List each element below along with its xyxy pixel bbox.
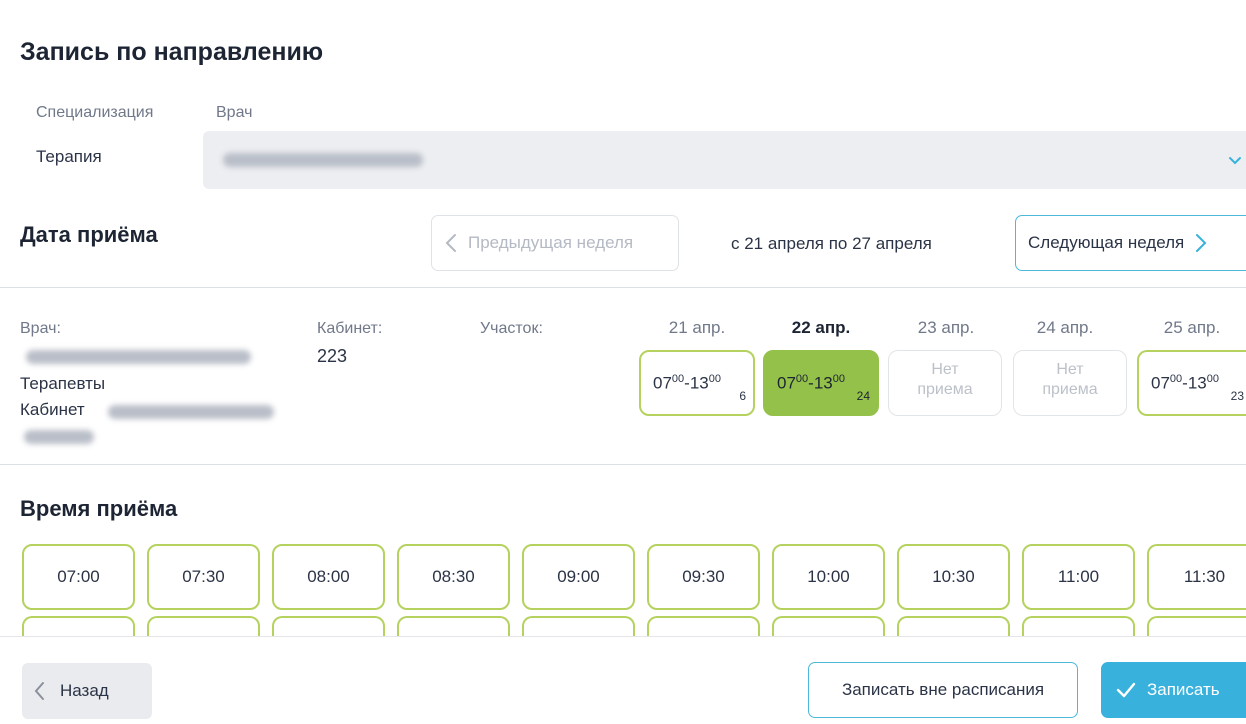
time-slot-button[interactable]: 08:00 <box>272 544 385 610</box>
chevron-right-icon <box>1196 234 1207 252</box>
time-slot-button[interactable]: 10:30 <box>897 544 1010 610</box>
chevron-down-icon <box>1229 157 1241 165</box>
doctor-info-name-redacted <box>26 350 251 364</box>
time-slot-button[interactable]: 09:30 <box>647 544 760 610</box>
time-slot-button[interactable]: 07:30 <box>147 544 260 610</box>
specialization-value: Терапия <box>36 147 102 166</box>
doctor-cabinet-prefix: Кабинет <box>20 400 85 419</box>
day-slot-unavailable: Нет приема <box>1013 350 1127 416</box>
day-header: 25 апр. <box>1163 318 1221 337</box>
next-week-button[interactable]: Следующая неделя <box>1015 215 1246 271</box>
chevron-left-icon <box>445 234 456 252</box>
time-slot-row: 07:00 07:30 08:00 08:30 09:00 09:30 10:0… <box>22 544 1246 610</box>
doctor-label: Врач <box>216 104 253 121</box>
chevron-left-icon <box>34 682 44 700</box>
time-slot-button[interactable]: 09:00 <box>522 544 635 610</box>
prev-week-label: Предыдущая неделя <box>468 233 634 252</box>
cabinet-label: Кабинет: <box>317 320 383 337</box>
cabinet-name-redacted <box>108 405 274 419</box>
divider <box>0 287 1246 288</box>
slot-count: 23 <box>1230 389 1244 403</box>
page-title: Запись по направлению <box>20 38 324 66</box>
day-header-selected: 22 апр. <box>791 318 851 337</box>
day-slot[interactable]: 0700-1300 23 <box>1137 350 1246 416</box>
check-icon <box>1116 682 1136 698</box>
week-range: с 21 апреля по 27 апреля <box>731 234 932 253</box>
time-slot-button[interactable]: 11:30 <box>1147 544 1246 610</box>
slot-count: 6 <box>739 389 746 403</box>
area-label: Участок: <box>480 320 543 337</box>
doctor-specialty: Терапевты <box>20 374 106 393</box>
book-button[interactable]: Записать <box>1101 662 1246 718</box>
divider <box>0 464 1246 465</box>
time-slot-button[interactable]: 11:00 <box>1022 544 1135 610</box>
cabinet-extra-redacted <box>24 430 94 444</box>
book-label: Записать <box>1147 680 1220 699</box>
next-week-label: Следующая неделя <box>1028 233 1185 252</box>
doctor-name-redacted <box>223 153 423 167</box>
day-header: 24 апр. <box>1036 318 1094 337</box>
date-section-heading: Дата приёма <box>20 222 158 247</box>
back-button[interactable]: Назад <box>22 663 152 719</box>
day-slot[interactable]: 0700-1300 6 <box>639 350 755 416</box>
slot-count: 24 <box>856 389 870 403</box>
day-header: 23 апр. <box>917 318 975 337</box>
day-slot-unavailable: Нет приема <box>888 350 1002 416</box>
specialization-label: Специализация <box>36 104 154 121</box>
day-header: 21 апр. <box>668 318 726 337</box>
time-slot-button[interactable]: 08:30 <box>397 544 510 610</box>
back-label: Назад <box>60 681 109 700</box>
doctor-info-label: Врач: <box>20 320 61 337</box>
day-slot-selected[interactable]: 0700-1300 24 <box>763 350 879 416</box>
time-slot-button[interactable]: 07:00 <box>22 544 135 610</box>
prev-week-button[interactable]: Предыдущая неделя <box>431 215 679 271</box>
doctor-select[interactable] <box>203 131 1246 189</box>
cabinet-value: 223 <box>317 346 348 366</box>
time-slot-button[interactable]: 10:00 <box>772 544 885 610</box>
book-outside-schedule-button[interactable]: Записать вне расписания <box>808 662 1078 718</box>
time-section-heading: Время приёма <box>20 496 178 521</box>
